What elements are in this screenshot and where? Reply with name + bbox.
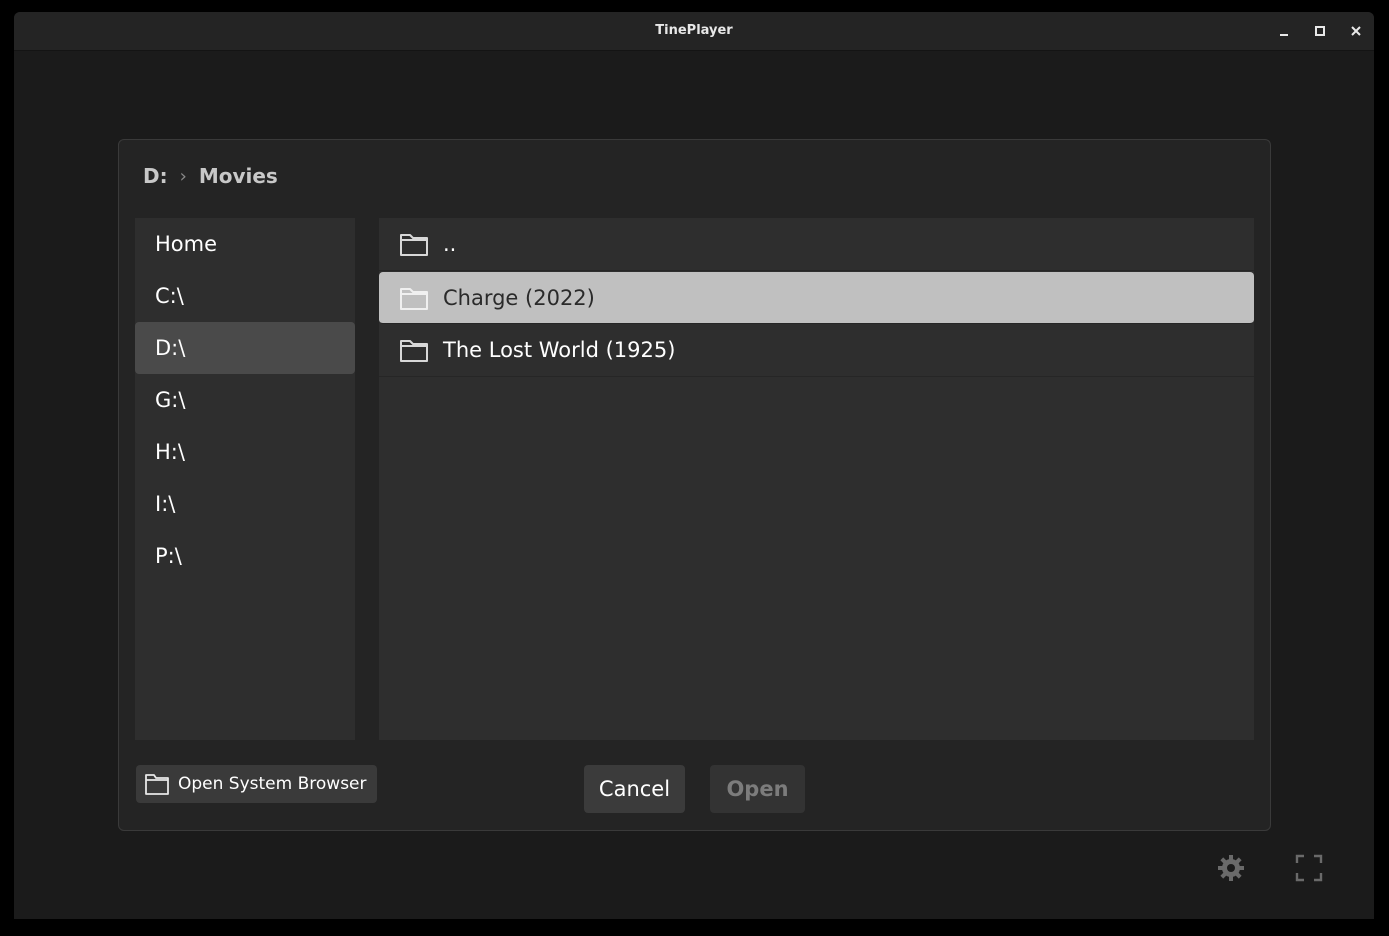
breadcrumb-folder[interactable]: Movies xyxy=(199,164,278,188)
open-system-browser-button[interactable]: Open System Browser xyxy=(136,765,377,803)
folder-icon xyxy=(399,336,431,364)
close-icon xyxy=(1350,25,1362,37)
sidebar-item-home[interactable]: Home xyxy=(135,218,355,270)
file-list: .. Charge (2022) The Lost World (1925) xyxy=(379,218,1254,740)
file-name: Charge (2022) xyxy=(443,285,595,310)
minimize-button[interactable] xyxy=(1273,20,1295,42)
file-row[interactable]: The Lost World (1925) xyxy=(379,324,1254,377)
cancel-button[interactable]: Cancel xyxy=(584,765,685,813)
file-row-parent[interactable]: .. xyxy=(379,218,1254,271)
file-row-selected[interactable]: Charge (2022) xyxy=(379,272,1254,324)
sidebar-item-p-drive[interactable]: P:\ xyxy=(135,530,355,582)
folder-icon xyxy=(399,284,431,312)
title-bar[interactable]: TinePlayer xyxy=(14,12,1374,51)
folder-icon xyxy=(144,772,170,796)
file-name: .. xyxy=(443,232,457,256)
sidebar-item-c-drive[interactable]: C:\ xyxy=(135,270,355,322)
settings-button[interactable] xyxy=(1216,855,1246,885)
fullscreen-icon xyxy=(1295,854,1323,886)
window-title: TinePlayer xyxy=(655,23,733,38)
fullscreen-button[interactable] xyxy=(1294,854,1324,886)
locations-sidebar: Home C:\ D:\ G:\ H:\ I:\ P:\ xyxy=(135,218,355,740)
sidebar-item-d-drive[interactable]: D:\ xyxy=(135,322,355,374)
open-button[interactable]: Open xyxy=(710,765,805,813)
close-button[interactable] xyxy=(1345,20,1367,42)
breadcrumb-separator: › xyxy=(179,165,187,187)
gear-icon xyxy=(1217,854,1245,886)
maximize-button[interactable] xyxy=(1309,20,1331,42)
sidebar-item-i-drive[interactable]: I:\ xyxy=(135,478,355,530)
minimize-icon xyxy=(1278,25,1290,37)
breadcrumb-drive[interactable]: D: xyxy=(143,164,168,188)
file-open-dialog: D: › Movies Home C:\ D:\ G:\ H:\ I:\ P:\… xyxy=(118,139,1271,831)
breadcrumb: D: › Movies xyxy=(143,162,278,190)
sidebar-item-g-drive[interactable]: G:\ xyxy=(135,374,355,426)
app-window: TinePlayer D: › Movies Home C:\ D:\ G:\ … xyxy=(14,12,1374,919)
maximize-icon xyxy=(1314,25,1326,37)
file-name: The Lost World (1925) xyxy=(443,338,676,362)
open-system-browser-label: Open System Browser xyxy=(178,774,367,794)
folder-icon xyxy=(399,230,431,258)
sidebar-item-h-drive[interactable]: H:\ xyxy=(135,426,355,478)
